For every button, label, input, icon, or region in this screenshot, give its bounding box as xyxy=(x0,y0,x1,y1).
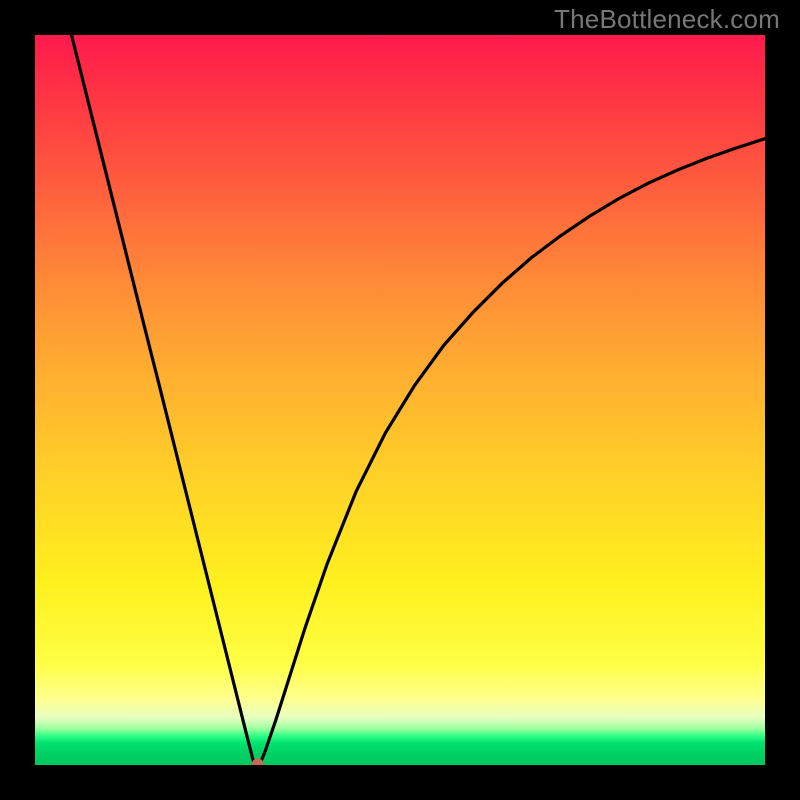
plot-area xyxy=(35,35,765,765)
curve-svg xyxy=(35,35,765,765)
chart-frame: TheBottleneck.com xyxy=(0,0,800,800)
bottleneck-curve xyxy=(72,35,766,764)
watermark-text: TheBottleneck.com xyxy=(554,4,780,35)
